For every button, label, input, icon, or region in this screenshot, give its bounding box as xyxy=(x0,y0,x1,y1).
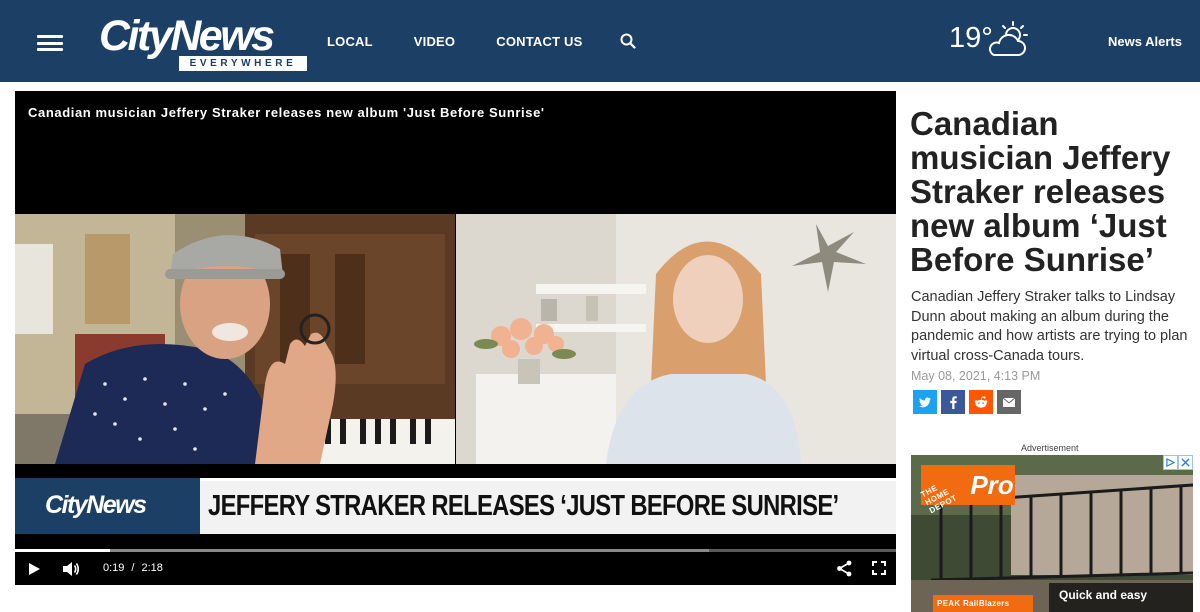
time-display: 0:19 / 2:18 xyxy=(103,562,163,574)
menu-icon[interactable] xyxy=(37,35,63,51)
nav-local[interactable]: LOCAL xyxy=(327,34,373,49)
player-controls: 0:19 / 2:18 xyxy=(15,553,896,585)
partly-cloudy-icon[interactable] xyxy=(986,20,1032,60)
article-date: May 08, 2021, 4:13 PM xyxy=(911,369,1041,383)
progress-played xyxy=(15,549,111,552)
lower-third-bar: JEFFERY STRAKER RELEASES ‘JUST BEFORE SU… xyxy=(200,478,896,534)
search-icon[interactable] xyxy=(619,32,637,50)
share-twitter-button[interactable] xyxy=(913,390,937,414)
share-buttons xyxy=(913,390,1025,414)
ad-pro-text: Pro xyxy=(969,465,1015,505)
news-alerts-link[interactable]: News Alerts xyxy=(1108,34,1182,49)
reddit-icon xyxy=(974,396,988,408)
facebook-icon xyxy=(949,395,957,409)
progress-bar[interactable] xyxy=(15,549,896,552)
video-frame[interactable] xyxy=(15,214,896,464)
video-frame-musician xyxy=(15,214,455,464)
lower-third-text: JEFFERY STRAKER RELEASES ‘JUST BEFORE SU… xyxy=(208,490,839,522)
article-headline: Canadian musician Jeffery Straker releas… xyxy=(910,105,1171,278)
home-depot-logo: THE HOME DEPOT xyxy=(919,465,969,515)
fullscreen-icon[interactable] xyxy=(872,561,886,575)
ad-bottom-badge: PEAK RailBlazers xyxy=(933,595,1033,612)
progress-buffered xyxy=(15,549,710,552)
nav-contact-us[interactable]: CONTACT US xyxy=(496,34,582,49)
play-icon[interactable] xyxy=(27,562,41,576)
share-icon[interactable] xyxy=(836,560,853,577)
volume-icon[interactable] xyxy=(62,561,80,577)
share-facebook-button[interactable] xyxy=(941,390,965,414)
site-logo[interactable]: CityNews EVERYWHERE xyxy=(99,14,309,72)
ad-close-icon[interactable] xyxy=(1178,455,1193,470)
current-time: 0:19 xyxy=(103,562,125,574)
site-header: CityNews EVERYWHERE LOCAL VIDEO CONTACT … xyxy=(0,0,1200,82)
ad-choices[interactable] xyxy=(1163,455,1193,470)
share-email-button[interactable] xyxy=(997,390,1021,414)
video-frame-host xyxy=(456,214,896,464)
article-summary: Canadian Jeffery Straker talks to Lindsa… xyxy=(911,289,1188,364)
logo-wordmark: CityNews xyxy=(99,12,275,60)
lower-third-logo-text: CityNews xyxy=(45,491,147,519)
ad-label: Advertisement xyxy=(1021,443,1079,453)
share-reddit-button[interactable] xyxy=(969,390,993,414)
advertisement[interactable]: THE HOME DEPOT Pro PEAK RailBlazers Quic… xyxy=(911,455,1193,612)
ad-info-icon[interactable] xyxy=(1163,455,1178,470)
email-icon xyxy=(1003,397,1015,407)
time-separator: / xyxy=(131,562,135,574)
nav-video[interactable]: VIDEO xyxy=(414,34,455,49)
duration: 2:18 xyxy=(141,562,163,574)
lower-third-banner: CityNews JEFFERY STRAKER RELEASES ‘JUST … xyxy=(15,478,896,534)
lower-third-logo: CityNews xyxy=(15,478,200,534)
twitter-icon xyxy=(919,397,931,407)
logo-tagline: EVERYWHERE xyxy=(179,56,307,71)
video-player[interactable]: Canadian musician Jeffery Straker releas… xyxy=(15,91,896,585)
video-title: Canadian musician Jeffery Straker releas… xyxy=(28,105,545,120)
ad-cta-text: Quick and easy xyxy=(1049,583,1193,612)
main-nav: LOCAL VIDEO CONTACT US xyxy=(327,34,624,49)
